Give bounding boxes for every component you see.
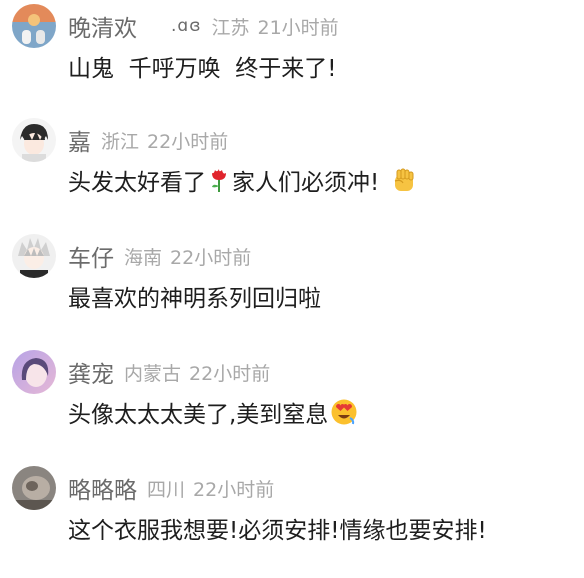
timestamp: 21小时前 — [257, 16, 339, 39]
timestamp: 22小时前 — [147, 130, 229, 153]
comment-item: 晚清欢 .ɑɞ 江苏 21小时前 山鬼 千呼万唤 终于来了! — [0, 4, 584, 116]
comment-item: 车仔 海南 22小时前 最喜欢的神明系列回归啦 — [0, 234, 584, 346]
comment-text-content: 这个衣服我想要!必须安排!情缘也要安排! — [68, 518, 487, 544]
nickname[interactable]: 略略略 — [68, 471, 137, 505]
comment-item: 嘉 浙江 22小时前 头发太好看了 家人们必须冲! — [0, 118, 584, 230]
raised-fist-icon — [391, 167, 417, 193]
comment-text-content: 头发太好看了 — [68, 170, 206, 196]
location: 浙江 — [101, 130, 140, 153]
comment-meta: 晚清欢 .ɑɞ 江苏 21小时前 — [68, 4, 339, 48]
location: 内蒙古 — [124, 362, 182, 385]
comment-text-content: 山鬼 千呼万唤 终于来了! — [68, 56, 337, 82]
avatar[interactable] — [12, 118, 56, 162]
nickname-badge: .ɑɞ — [171, 16, 202, 36]
nickname[interactable]: 车仔 — [68, 239, 114, 273]
avatar[interactable] — [12, 350, 56, 394]
location: 四川 — [147, 478, 186, 501]
timestamp: 22小时前 — [170, 246, 252, 269]
rose-icon — [208, 167, 230, 193]
avatar[interactable] — [12, 4, 56, 48]
comment-text: 最喜欢的神明系列回归啦 — [68, 276, 321, 316]
avatar[interactable] — [12, 466, 56, 510]
location: 江苏 — [211, 16, 250, 39]
location: 海南 — [124, 246, 163, 269]
comment-meta: 龚宠 内蒙古 22小时前 — [68, 350, 270, 394]
comment-item: 龚宠 内蒙古 22小时前 头像太太太美了,美到窒息 — [0, 350, 584, 462]
comment-text: 山鬼 千呼万唤 终于来了! — [68, 46, 336, 86]
comment-text: 头发太好看了 家人们必须冲! — [68, 160, 419, 200]
comment-meta: 略略略 四川 22小时前 — [68, 466, 274, 510]
nickname[interactable]: 龚宠 — [68, 355, 114, 389]
nickname[interactable]: 晚清欢 — [68, 9, 137, 43]
comment-text-content: 头像太太太美了,美到窒息 — [68, 402, 329, 428]
timestamp: 22小时前 — [193, 478, 275, 501]
comment-meta: 嘉 浙江 22小时前 — [68, 118, 228, 162]
timestamp: 22小时前 — [189, 362, 271, 385]
comment-text-content: 最喜欢的神明系列回归啦 — [68, 286, 321, 312]
avatar[interactable] — [12, 234, 56, 278]
comment-item: 略略略 四川 22小时前 这个衣服我想要!必须安排!情缘也要安排! — [0, 466, 584, 578]
comment-meta: 车仔 海南 22小时前 — [68, 234, 251, 278]
comment-text: 这个衣服我想要!必须安排!情缘也要安排! — [68, 508, 487, 548]
comment-text-content: 家人们必须冲! — [232, 170, 380, 196]
heart-eyes-icon — [330, 398, 358, 426]
nickname[interactable]: 嘉 — [68, 123, 91, 157]
comment-text: 头像太太太美了,美到窒息 — [68, 392, 360, 432]
